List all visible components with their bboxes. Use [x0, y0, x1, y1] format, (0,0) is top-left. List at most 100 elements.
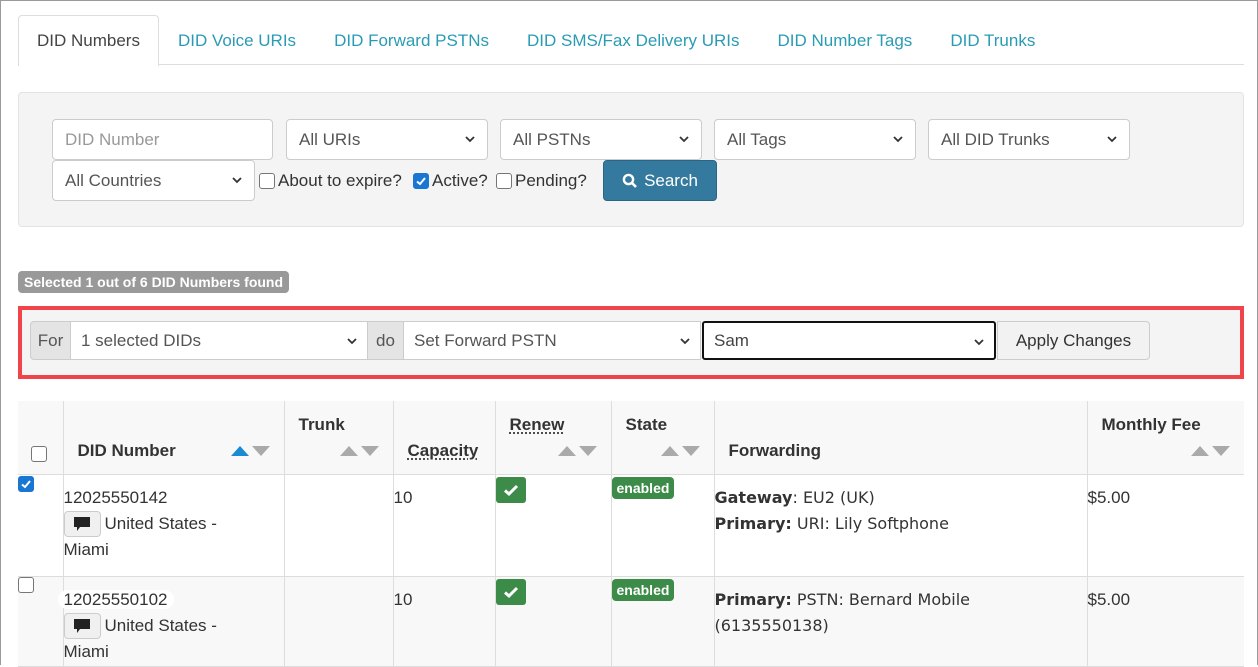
column-label: Forwarding [728, 441, 822, 460]
state-badge: enabled [611, 578, 675, 601]
sort-desc-icon[interactable] [1212, 446, 1230, 456]
forwarding-value: URI: Lily Softphone [796, 513, 949, 533]
chevron-down-icon [680, 338, 690, 345]
sms-button[interactable] [63, 613, 101, 640]
sort-desc-icon[interactable] [578, 446, 597, 456]
select-all-checkbox[interactable] [31, 446, 47, 462]
column-monthly-fee[interactable]: Monthly Fee [1086, 401, 1244, 475]
chevron-down-icon [465, 136, 475, 143]
filter-panel: DID Number All URIs All PSTNs All Tags A… [18, 92, 1244, 227]
row-checkbox[interactable] [18, 475, 34, 492]
did-numbers-table: DID Number Trunk Capacity Renew State Fo… [18, 401, 1244, 667]
tab-did-numbers[interactable]: DID Numbers [18, 15, 159, 66]
row-checkbox[interactable] [18, 576, 34, 593]
tab-did-number-tags[interactable]: DID Number Tags [759, 15, 932, 65]
renew-cell [494, 576, 611, 667]
did-number: 12025550142 [63, 487, 168, 507]
tab-did-trunks[interactable]: DID Trunks [931, 15, 1054, 65]
sort-asc-icon[interactable] [557, 446, 576, 456]
sort-arrows[interactable] [230, 446, 270, 456]
value-select[interactable]: Sam [702, 321, 996, 360]
column-capacity: Capacity [392, 401, 495, 475]
did-number-cell: 12025550142 United States - Miami [62, 474, 284, 577]
did-number-placeholder: DID Number [65, 129, 160, 149]
renew-indicator[interactable] [495, 578, 526, 605]
checkbox-box[interactable] [496, 172, 512, 189]
chevron-down-icon [232, 177, 242, 184]
pstn-select[interactable]: All PSTNs [500, 119, 702, 160]
action-select[interactable]: Set Forward PSTN [403, 321, 701, 360]
tab-did-sms-fax-delivery-uris[interactable]: DID SMS/Fax Delivery URIs [508, 15, 759, 65]
state-cell: enabled [610, 576, 714, 667]
sort-asc-icon[interactable] [660, 446, 679, 456]
about-to-expire-checkbox[interactable]: About to expire? [259, 160, 402, 201]
state-cell: enabled [610, 474, 714, 577]
uri-select-value: All URIs [299, 129, 361, 149]
chevron-down-icon [893, 136, 903, 143]
did-number-input[interactable]: DID Number [52, 119, 273, 160]
chevron-down-icon [679, 136, 689, 143]
column-renew[interactable]: Renew [494, 401, 611, 475]
sort-arrows[interactable] [1191, 446, 1230, 456]
sort-desc-icon[interactable] [251, 446, 270, 456]
tab-did-forward-pstns[interactable]: DID Forward PSTNs [315, 15, 508, 65]
countries-select[interactable]: All Countries [52, 160, 255, 201]
did-number-cell: 12025550102 United States - Miami [57, 576, 284, 667]
capacity-cell: 10 [392, 474, 495, 577]
tab-bar: DID Numbers DID Voice URIs DID Forward P… [18, 15, 1244, 66]
location-line2: Miami [63, 642, 109, 662]
chevron-down-icon [347, 338, 357, 345]
search-button[interactable]: Search [603, 160, 717, 201]
sort-asc-icon[interactable] [230, 446, 249, 456]
tags-select-value: All Tags [727, 129, 787, 149]
location-line1: United States - [104, 615, 217, 635]
renew-cell [494, 474, 611, 577]
about-to-expire-label: About to expire? [278, 170, 402, 190]
chevron-down-icon [974, 339, 984, 346]
sort-asc-icon[interactable] [339, 446, 358, 456]
check-icon [503, 484, 518, 496]
sort-arrows[interactable] [660, 446, 700, 456]
table-header-row: DID Number Trunk Capacity Renew State Fo… [18, 401, 1244, 475]
search-icon [622, 173, 637, 188]
renew-indicator[interactable] [495, 476, 526, 503]
monthly-fee-cell: $5.00 [1086, 576, 1244, 667]
sms-button[interactable] [63, 511, 101, 538]
forwarding-cell: Primary: PSTN: Bernard Mobile (613555013… [713, 576, 1087, 667]
trunk-cell [283, 576, 393, 667]
column-state[interactable]: State [610, 401, 714, 475]
uri-select[interactable]: All URIs [286, 119, 488, 160]
location-line2: Miami [63, 540, 109, 560]
sort-arrows[interactable] [557, 446, 597, 456]
sort-arrows[interactable] [339, 446, 379, 456]
column-label: Renew [509, 415, 565, 434]
sort-desc-icon[interactable] [360, 446, 379, 456]
column-label: State [625, 415, 668, 434]
sort-asc-icon[interactable] [1191, 446, 1209, 456]
countries-select-value: All Countries [65, 170, 162, 190]
table-row[interactable]: 12025550102 United States - Miami 10 ena… [18, 576, 1244, 667]
did-number: 12025550102 [57, 589, 174, 609]
tags-select[interactable]: All Tags [714, 119, 916, 160]
target-select-value: 1 selected DIDs [81, 330, 201, 350]
pending-checkbox[interactable]: Pending? [496, 160, 587, 201]
checkbox-box[interactable] [413, 172, 429, 189]
action-select-value: Set Forward PSTN [414, 330, 557, 350]
checkbox-box[interactable] [259, 172, 275, 189]
tab-did-voice-uris[interactable]: DID Voice URIs [159, 15, 315, 65]
forwarding-line: Gateway: EU2 (UK) [715, 485, 1087, 511]
forwarding-value: EU2 (UK) [802, 487, 875, 507]
column-trunk[interactable]: Trunk [283, 401, 393, 475]
apply-changes-button[interactable]: Apply Changes [997, 321, 1150, 360]
sort-desc-icon[interactable] [681, 446, 700, 456]
column-label: Capacity [407, 441, 479, 460]
table-row[interactable]: 12025550142 United States - Miami 10 ena… [18, 474, 1244, 577]
forwarding-line: Primary: URI: Lily Softphone [715, 511, 1087, 537]
chevron-down-icon [1107, 136, 1117, 143]
target-select[interactable]: 1 selected DIDs [70, 321, 368, 360]
active-checkbox[interactable]: Active? [413, 160, 488, 201]
comment-icon [74, 619, 90, 634]
trunks-select[interactable]: All DID Trunks [928, 119, 1130, 160]
check-icon [503, 586, 518, 598]
column-did-number[interactable]: DID Number [62, 401, 284, 475]
